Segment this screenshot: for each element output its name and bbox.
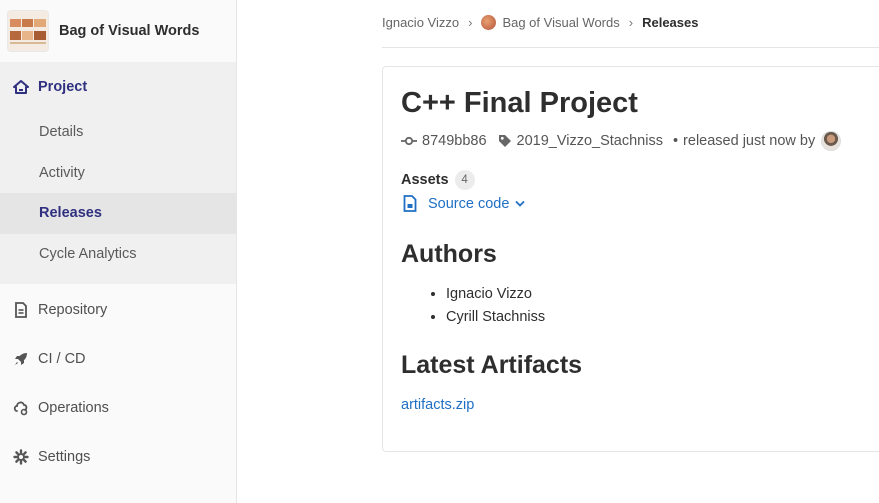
- breadcrumb-user[interactable]: Ignacio Vizzo: [382, 15, 459, 30]
- release-title: C++ Final Project: [401, 87, 638, 119]
- project-name[interactable]: Bag of Visual Words: [59, 23, 199, 39]
- sidebar-item-settings[interactable]: Settings: [0, 432, 236, 481]
- source-code-label: Source code: [428, 195, 510, 212]
- project-header[interactable]: Bag of Visual Words: [0, 0, 236, 62]
- sidebar-item-cycle-analytics[interactable]: Cycle Analytics: [0, 234, 236, 275]
- sidebar-item-operations[interactable]: Operations: [0, 383, 236, 432]
- sidebar-item-project[interactable]: Project: [0, 62, 236, 112]
- chevron-down-icon: [515, 200, 526, 207]
- sidebar-item-ci-cd[interactable]: CI / CD: [0, 334, 236, 383]
- chevron-right-icon: ›: [628, 14, 634, 30]
- breadcrumb-project-label: Bag of Visual Words: [502, 14, 620, 30]
- project-mini-avatar: [481, 14, 497, 30]
- archive-icon: [403, 195, 417, 212]
- sidebar-nav: Repository CI / CD Operations Settings: [0, 284, 236, 481]
- released-text: released just now by: [683, 133, 816, 149]
- cloud-gear-icon: [12, 400, 30, 416]
- sidebar: Bag of Visual Words Project Details Acti…: [0, 0, 237, 503]
- sidebar-item-details[interactable]: Details: [0, 112, 236, 153]
- artifacts-link[interactable]: artifacts.zip: [401, 397, 474, 413]
- project-nav-group: Project Details Activity Releases Cycle …: [0, 62, 236, 284]
- doc-icon: [12, 301, 30, 318]
- commit-icon: [401, 136, 417, 146]
- release-meta: 8749bb86 2019_Vizzo_Stachniss • released…: [401, 131, 842, 151]
- source-code-dropdown[interactable]: Source code: [403, 195, 526, 212]
- artifacts-heading: Latest Artifacts: [401, 351, 583, 379]
- gear-icon: [12, 448, 30, 465]
- home-icon: [12, 80, 30, 94]
- list-item: Cyrill Stachniss: [446, 308, 545, 331]
- release-card: C++ Final Project 8749bb86 2019_Vizzo_St…: [382, 66, 879, 452]
- authors-list: Ignacio Vizzo Cyrill Stachniss: [428, 285, 545, 331]
- authors-heading: Authors: [401, 240, 497, 268]
- breadcrumb-divider: [382, 47, 879, 48]
- assets-header: Assets 4: [401, 170, 475, 190]
- breadcrumb: Ignacio Vizzo › Bag of Visual Words › Re…: [382, 12, 698, 32]
- tag-name[interactable]: 2019_Vizzo_Stachniss: [517, 133, 663, 149]
- assets-count-badge: 4: [454, 170, 475, 190]
- breadcrumb-current[interactable]: Releases: [642, 15, 698, 30]
- rocket-icon: [12, 351, 30, 367]
- sidebar-item-project-label: Project: [38, 79, 88, 95]
- tag-icon: [498, 134, 512, 148]
- sidebar-item-operations-label: Operations: [38, 399, 109, 416]
- sidebar-item-releases[interactable]: Releases: [0, 193, 236, 234]
- assets-label: Assets: [401, 172, 449, 188]
- project-avatar[interactable]: [7, 10, 49, 52]
- sidebar-item-ci-cd-label: CI / CD: [38, 350, 86, 367]
- author-avatar[interactable]: [821, 131, 842, 151]
- sidebar-item-settings-label: Settings: [38, 448, 91, 465]
- sidebar-item-activity[interactable]: Activity: [0, 153, 236, 194]
- sidebar-item-repository-label: Repository: [38, 301, 108, 318]
- chevron-right-icon: ›: [468, 14, 473, 30]
- breadcrumb-project[interactable]: Bag of Visual Words: [481, 14, 620, 30]
- commit-sha[interactable]: 8749bb86: [422, 133, 487, 149]
- list-item: Ignacio Vizzo: [446, 285, 545, 308]
- sidebar-item-repository[interactable]: Repository: [0, 285, 236, 334]
